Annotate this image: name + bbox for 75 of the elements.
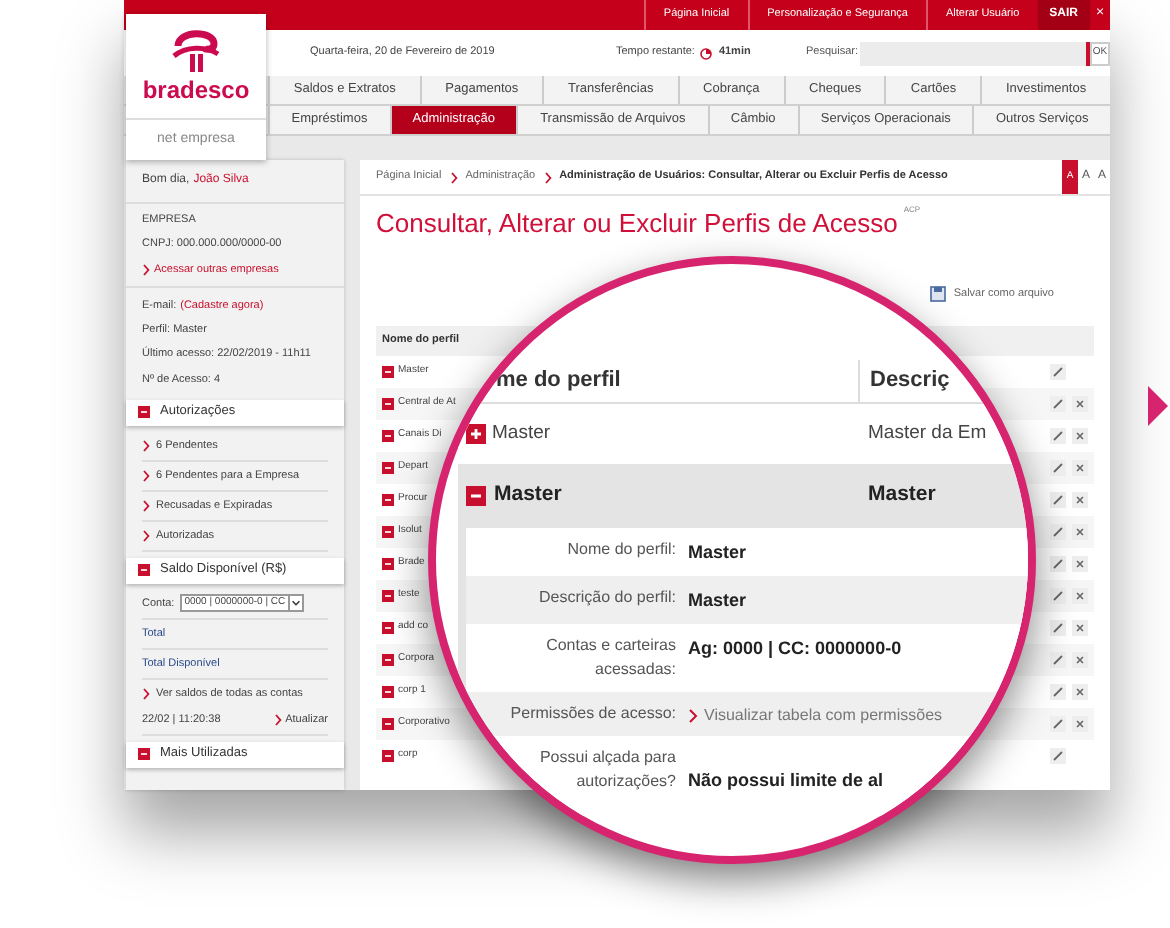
pencil-icon[interactable]: [1050, 492, 1066, 508]
column-header: Descriç: [858, 360, 950, 402]
pencil-icon[interactable]: [1050, 396, 1066, 412]
minus-square-icon[interactable]: [382, 494, 394, 506]
chevron-icon: [273, 714, 282, 727]
profile-name: Master: [492, 480, 564, 511]
pencil-icon[interactable]: [1050, 460, 1066, 476]
minus-square-icon[interactable]: [382, 590, 394, 602]
plus-square-icon[interactable]: [466, 424, 486, 444]
chevron-icon: [142, 687, 150, 700]
profile-name: Master: [490, 419, 553, 448]
delete-icon[interactable]: [1072, 396, 1088, 412]
delete-icon[interactable]: [1072, 588, 1088, 604]
chevron-icon: [449, 171, 458, 183]
minus-square-icon[interactable]: [382, 718, 394, 730]
delete-icon[interactable]: [1072, 716, 1088, 732]
minus-square-icon[interactable]: [382, 750, 394, 762]
detail-value: Master: [688, 540, 747, 566]
minus-square-icon[interactable]: [382, 430, 394, 442]
profile-description: Master: [868, 480, 936, 511]
clock-icon: [700, 47, 713, 59]
detail-label: Possui alçada para autorizações?: [537, 746, 676, 794]
page-title: Consultar, Alterar ou Excluir Perfis de Acesso: [376, 206, 898, 242]
delete-icon[interactable]: [1072, 652, 1088, 668]
minus-square-icon[interactable]: [138, 406, 150, 419]
pencil-icon[interactable]: [1050, 364, 1066, 380]
delete-icon[interactable]: [1072, 556, 1088, 572]
chevron-icon: [142, 439, 150, 452]
logo-mark-icon: [170, 26, 222, 74]
delete-icon[interactable]: [1072, 684, 1088, 700]
chevron-icon: [142, 263, 150, 276]
delete-icon[interactable]: [1072, 620, 1088, 636]
permissions-link[interactable]: Visualizar tabela com permissões: [704, 704, 943, 728]
profile-description: Master da Em: [868, 419, 987, 448]
chevron-icon: [688, 708, 698, 724]
chevron-icon: [543, 171, 552, 183]
chevron-icon: [142, 499, 150, 512]
search-field[interactable]: [860, 41, 1090, 65]
delete-icon[interactable]: [1072, 524, 1088, 540]
detail-value: Master: [688, 588, 747, 614]
minus-square-icon[interactable]: [382, 526, 394, 538]
pencil-icon[interactable]: [1050, 652, 1066, 668]
pencil-icon[interactable]: [1050, 716, 1066, 732]
detail-value: Não possui limite de al: [688, 768, 884, 794]
pencil-icon[interactable]: [1050, 428, 1066, 444]
triangle-arrow-icon: [1148, 386, 1168, 426]
logo-text: bradesco: [142, 78, 250, 102]
minus-square-icon[interactable]: [382, 654, 394, 666]
minus-square-icon[interactable]: [382, 366, 394, 378]
pencil-icon[interactable]: [1050, 748, 1066, 764]
minus-square-icon[interactable]: [382, 462, 394, 474]
chevron-icon: [142, 469, 150, 482]
pencil-icon[interactable]: [1050, 684, 1066, 700]
detail-label: Permissões de acesso:: [508, 702, 676, 726]
pencil-icon[interactable]: [1050, 588, 1066, 604]
minus-square-icon[interactable]: [138, 564, 150, 577]
detail-label: Contas e carteiras acessadas:: [544, 634, 676, 682]
delete-icon[interactable]: [1072, 428, 1088, 444]
minus-square-icon[interactable]: [382, 686, 394, 698]
minus-square-icon[interactable]: [382, 622, 394, 634]
minus-square-icon[interactable]: [382, 398, 394, 410]
pencil-icon[interactable]: [1050, 556, 1066, 572]
pencil-icon[interactable]: [1050, 620, 1066, 636]
delete-icon[interactable]: [1072, 460, 1088, 476]
chevron-icon: [142, 529, 150, 542]
column-header: me do perfil: [494, 366, 623, 397]
delete-icon[interactable]: [1072, 492, 1088, 508]
pencil-icon[interactable]: [1050, 524, 1066, 540]
detail-label: Descrição do perfil:: [537, 586, 676, 610]
detail-label: Nome do perfil:: [565, 538, 676, 562]
minus-square-icon[interactable]: [382, 558, 394, 570]
detail-value: Ag: 0000 | CC: 0000000-0: [688, 636, 902, 662]
minus-square-icon[interactable]: [466, 486, 486, 506]
dropdown-icon: [287, 596, 302, 611]
minus-square-icon[interactable]: [138, 748, 150, 761]
